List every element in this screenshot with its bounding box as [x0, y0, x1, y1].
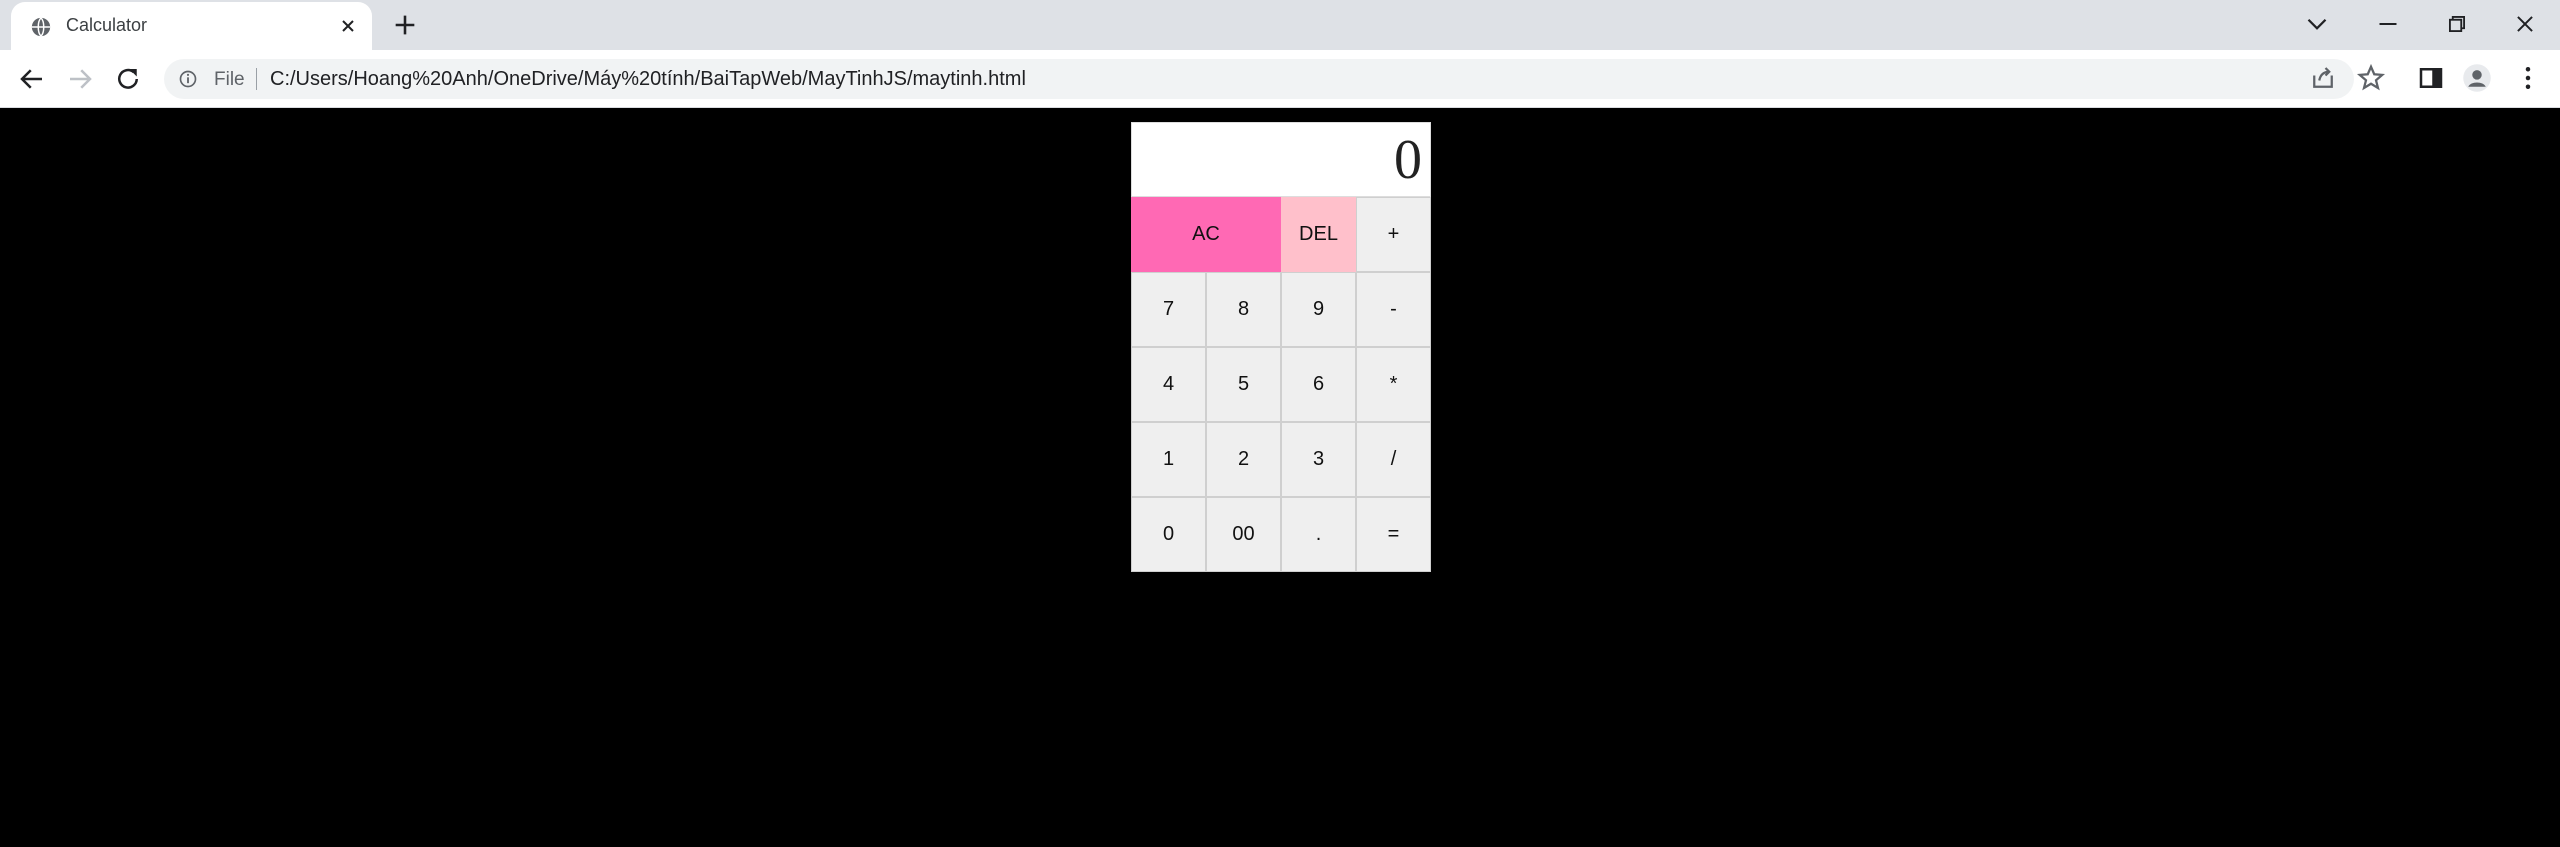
profile-avatar-icon[interactable]	[2462, 63, 2492, 93]
double-zero-button[interactable]: 00	[1206, 497, 1281, 572]
all-clear-button[interactable]: AC	[1131, 197, 1281, 272]
tab-calculator[interactable]: Calculator	[11, 2, 372, 50]
digit-3-button[interactable]: 3	[1281, 422, 1356, 497]
plus-button[interactable]: +	[1356, 197, 1431, 272]
calculator: 0 AC DEL +7 8 9-4 5 6 * 1 2 3/0 00. =	[1131, 122, 1431, 572]
file-scheme-label: File	[214, 69, 245, 90]
close-tab-icon[interactable]	[336, 14, 360, 38]
more-menu-icon[interactable]	[2513, 63, 2543, 93]
minus-button[interactable]: -	[1356, 272, 1431, 347]
address-bar[interactable]: File C:/Users/Hoang%20Anh/OneDrive/Máy%2…	[164, 59, 2354, 99]
digit-2-button[interactable]: 2	[1206, 422, 1281, 497]
new-tab-icon[interactable]	[391, 11, 419, 39]
reload-icon[interactable]	[113, 64, 143, 94]
digit-0-button[interactable]: 0	[1131, 497, 1206, 572]
calculator-display: 0	[1131, 122, 1431, 197]
digit-1-button[interactable]: 1	[1131, 422, 1206, 497]
site-info-icon[interactable]	[178, 69, 198, 89]
delete-button[interactable]: DEL	[1281, 197, 1356, 272]
side-panel-icon[interactable]	[2416, 63, 2446, 93]
minimize-icon[interactable]	[2371, 7, 2405, 41]
calculator-keypad: AC DEL +7 8 9- 4 5 6 * 1 2 3/ 0 00. =	[1131, 197, 1431, 572]
digit-4-button[interactable]: 4	[1131, 347, 1206, 422]
omnibox-separator	[256, 68, 257, 90]
back-arrow-icon[interactable]	[17, 64, 47, 94]
digit-5-button[interactable]: 5	[1206, 347, 1281, 422]
url-text[interactable]: C:/Users/Hoang%20Anh/OneDrive/Máy%20tính…	[270, 68, 1026, 91]
forward-arrow-icon[interactable]	[65, 64, 95, 94]
restore-icon[interactable]	[2440, 7, 2474, 41]
close-window-icon[interactable]	[2508, 7, 2542, 41]
globe-icon	[31, 17, 51, 37]
tab-title: Calculator	[66, 15, 148, 35]
tab-search-chevron-icon[interactable]	[2300, 7, 2334, 41]
multiply-button[interactable]: *	[1356, 347, 1431, 422]
equals-button[interactable]: =	[1356, 497, 1431, 572]
decimal-point-button[interactable]: .	[1281, 497, 1356, 572]
share-icon[interactable]	[2308, 63, 2338, 93]
digit-9-button[interactable]: 9	[1281, 272, 1356, 347]
digit-8-button[interactable]: 8	[1206, 272, 1281, 347]
digit-7-button[interactable]: 7	[1131, 272, 1206, 347]
tab-strip: Calculator	[0, 0, 2560, 50]
digit-6-button[interactable]: 6	[1281, 347, 1356, 422]
browser-toolbar: File C:/Users/Hoang%20Anh/OneDrive/Máy%2…	[0, 50, 2560, 108]
divide-button[interactable]: /	[1356, 422, 1431, 497]
bookmark-star-icon[interactable]	[2356, 63, 2386, 93]
page-viewport: 0 AC DEL +7 8 9-4 5 6 * 1 2 3/0 00. =	[0, 108, 2560, 847]
